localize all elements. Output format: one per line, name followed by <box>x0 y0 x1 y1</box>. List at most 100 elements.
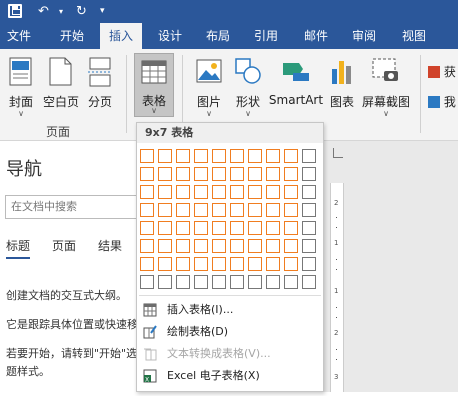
table-grid-cell[interactable] <box>284 221 298 235</box>
table-grid-cell[interactable] <box>194 221 208 235</box>
table-grid-cell[interactable] <box>212 239 226 253</box>
table-grid-cell[interactable] <box>158 149 172 163</box>
table-grid-cell[interactable] <box>194 239 208 253</box>
tab-mailings[interactable]: 邮件 <box>296 23 336 49</box>
table-grid-cell[interactable] <box>194 167 208 181</box>
table-grid-cell[interactable] <box>140 239 154 253</box>
table-grid-cell[interactable] <box>212 221 226 235</box>
table-grid-cell[interactable] <box>158 203 172 217</box>
cover-page-button[interactable]: 封面 ∨ <box>2 53 40 123</box>
draw-table-menu-item[interactable]: 绘制表格(D) <box>137 321 323 343</box>
table-button[interactable]: 表格 ∨ <box>134 53 174 117</box>
table-grid-cell[interactable] <box>194 185 208 199</box>
table-grid-cell[interactable] <box>230 203 244 217</box>
table-grid-cell[interactable] <box>266 203 280 217</box>
table-grid-cell[interactable] <box>230 149 244 163</box>
nav-tab-headings[interactable]: 标题 <box>6 237 30 254</box>
table-grid-cell[interactable] <box>212 185 226 199</box>
table-grid-cell[interactable] <box>284 239 298 253</box>
table-grid-cell[interactable] <box>302 185 316 199</box>
table-grid-cell[interactable] <box>158 257 172 271</box>
table-grid-cell[interactable] <box>176 239 190 253</box>
tab-file[interactable]: 文件 <box>0 23 38 49</box>
tab-layout[interactable]: 布局 <box>198 23 238 49</box>
table-grid-cell[interactable] <box>212 167 226 181</box>
tab-insert[interactable]: 插入 <box>100 23 142 49</box>
table-grid-cell[interactable] <box>248 239 262 253</box>
nav-search-input[interactable]: 在文档中搜索 <box>5 195 145 219</box>
table-grid-cell[interactable] <box>230 185 244 199</box>
table-grid-cell[interactable] <box>248 275 262 289</box>
tab-references[interactable]: 引用 <box>246 23 286 49</box>
table-grid-cell[interactable] <box>284 185 298 199</box>
table-grid-cell[interactable] <box>176 221 190 235</box>
excel-spreadsheet-menu-item[interactable]: X Excel 电子表格(X) <box>137 365 323 387</box>
table-grid-cell[interactable] <box>266 185 280 199</box>
table-grid-cell[interactable] <box>212 203 226 217</box>
table-grid-cell[interactable] <box>230 221 244 235</box>
table-grid-cell[interactable] <box>176 167 190 181</box>
table-grid-cell[interactable] <box>302 275 316 289</box>
table-grid-cell[interactable] <box>176 203 190 217</box>
table-grid-cell[interactable] <box>248 185 262 199</box>
table-grid-cell[interactable] <box>284 149 298 163</box>
table-grid-cell[interactable] <box>302 167 316 181</box>
table-grid-cell[interactable] <box>230 239 244 253</box>
dropdown-icon[interactable]: ▾ <box>59 0 63 23</box>
table-grid-cell[interactable] <box>212 149 226 163</box>
table-grid-cell[interactable] <box>212 257 226 271</box>
tab-home[interactable]: 开始 <box>52 23 92 49</box>
customize-toolbar-icon[interactable]: ▾ <box>100 0 105 23</box>
vertical-ruler[interactable]: 2 1 1 2 3 <box>330 183 344 392</box>
tab-view[interactable]: 视图 <box>394 23 434 49</box>
addins-button[interactable]: 获 <box>428 63 458 81</box>
table-grid-cell[interactable] <box>284 203 298 217</box>
table-grid-cell[interactable] <box>248 167 262 181</box>
table-grid-cell[interactable] <box>158 167 172 181</box>
table-grid-cell[interactable] <box>302 149 316 163</box>
nav-tab-pages[interactable]: 页面 <box>52 237 76 254</box>
my-addins-button[interactable]: 我 <box>428 93 458 111</box>
table-grid-cell[interactable] <box>248 203 262 217</box>
table-grid-cell[interactable] <box>248 149 262 163</box>
table-grid-cell[interactable] <box>284 257 298 271</box>
chart-button[interactable]: 图表 <box>326 53 358 123</box>
table-grid-cell[interactable] <box>140 221 154 235</box>
table-grid-cell[interactable] <box>266 257 280 271</box>
page-break-button[interactable]: 分页 <box>82 53 118 123</box>
tab-selector-icon[interactable] <box>333 148 343 158</box>
table-grid-cell[interactable] <box>302 257 316 271</box>
table-grid-cell[interactable] <box>158 239 172 253</box>
table-grid-cell[interactable] <box>140 185 154 199</box>
insert-table-menu-item[interactable]: 插入表格(I)... <box>137 299 323 321</box>
table-grid-cell[interactable] <box>230 167 244 181</box>
table-grid-cell[interactable] <box>284 275 298 289</box>
table-grid-cell[interactable] <box>266 239 280 253</box>
table-grid-cell[interactable] <box>176 257 190 271</box>
tab-design[interactable]: 设计 <box>150 23 190 49</box>
table-grid-cell[interactable] <box>230 257 244 271</box>
table-grid-cell[interactable] <box>266 221 280 235</box>
nav-tab-results[interactable]: 结果 <box>98 237 122 254</box>
screenshot-button[interactable]: 屏幕截图 ∨ <box>360 53 412 123</box>
table-grid-cell[interactable] <box>176 185 190 199</box>
table-grid-cell[interactable] <box>248 257 262 271</box>
table-grid-cell[interactable] <box>248 221 262 235</box>
undo-icon[interactable]: ↶ <box>38 0 49 23</box>
table-grid-cell[interactable] <box>140 149 154 163</box>
save-icon[interactable] <box>8 4 22 18</box>
table-grid-cell[interactable] <box>302 239 316 253</box>
table-grid-cell[interactable] <box>140 275 154 289</box>
table-grid-cell[interactable] <box>284 167 298 181</box>
table-grid-cell[interactable] <box>176 149 190 163</box>
smartart-button[interactable]: SmartArt <box>268 53 324 123</box>
table-grid-cell[interactable] <box>266 149 280 163</box>
table-grid-cell[interactable] <box>176 275 190 289</box>
table-grid-cell[interactable] <box>158 221 172 235</box>
shapes-button[interactable]: 形状 ∨ <box>230 53 266 123</box>
tab-review[interactable]: 审阅 <box>344 23 384 49</box>
table-grid-cell[interactable] <box>212 275 226 289</box>
table-grid-cell[interactable] <box>266 167 280 181</box>
table-grid-cell[interactable] <box>158 275 172 289</box>
table-grid-cell[interactable] <box>140 203 154 217</box>
